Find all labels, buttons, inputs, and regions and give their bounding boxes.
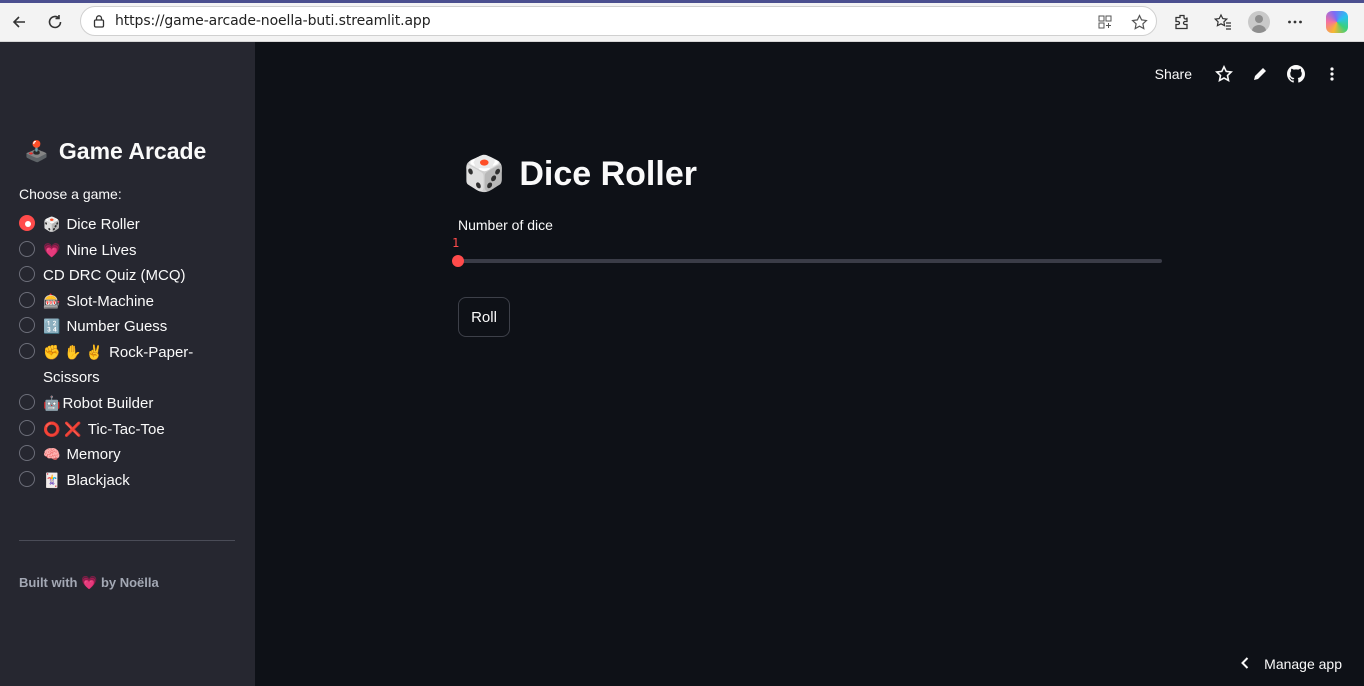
sidebar-title: 🕹️ Game Arcade (24, 138, 206, 165)
radio-button[interactable] (19, 317, 35, 334)
main-content: Share 🎲 Dice Roller Number of dice 1 Rol… (255, 42, 1364, 686)
sidebar: 🕹️ Game Arcade Choose a game: 🎲 Dice Roll… (0, 42, 255, 686)
github-icon[interactable] (1284, 62, 1308, 86)
radio-button[interactable] (19, 470, 35, 487)
heart-icon: 💗 (43, 241, 61, 258)
slider-label: Number of dice (458, 217, 553, 233)
radio-button[interactable] (19, 342, 35, 359)
chevron-left-icon (1240, 656, 1250, 672)
heart-icon: 💗 (81, 575, 98, 590)
radio-number-guess[interactable]: 🔢 Number Guess (19, 314, 239, 340)
profile-icon[interactable] (1246, 9, 1272, 35)
radio-button[interactable] (19, 445, 35, 462)
favorite-star-icon[interactable] (1130, 13, 1148, 31)
radio-memory[interactable]: 🧠 Memory (19, 442, 239, 468)
footer-suffix: by Noëlla (100, 575, 159, 590)
circle-cross-icon: ⭕ ❌ (43, 420, 82, 437)
radio-slot-machine[interactable]: 🎰 Slot-Machine (19, 289, 239, 315)
radio-blackjack[interactable]: 🃏 Blackjack (19, 468, 239, 494)
radio-robot-builder[interactable]: 🤖 Robot Builder (19, 391, 239, 417)
radio-label: Slot-Machine (66, 292, 154, 310)
radio-nine-lives[interactable]: 💗 Nine Lives (19, 238, 239, 264)
browser-accent-strip (0, 0, 1364, 3)
page-title: 🎲 Dice Roller (463, 154, 697, 194)
roll-button[interactable]: Roll (458, 297, 510, 337)
radio-tic-tac-toe[interactable]: ⭕ ❌ Tic-Tac-Toe (19, 417, 239, 443)
playing-card-icon: 🃏 (43, 471, 61, 488)
hand-gestures-icon: ✊ ✋ ✌️ (43, 343, 104, 360)
share-button[interactable]: Share (1155, 66, 1192, 82)
radio-button[interactable] (19, 240, 35, 257)
radio-label: Memory (66, 446, 121, 464)
more-options-icon[interactable] (1282, 9, 1308, 35)
radio-drc-quiz[interactable]: CD DRC Quiz (MCQ) (19, 263, 239, 289)
sidebar-title-text: Game Arcade (58, 138, 207, 164)
radio-label: Number Guess (66, 318, 168, 336)
sidebar-divider (19, 540, 235, 541)
back-icon[interactable] (6, 9, 32, 35)
lock-icon (91, 13, 107, 29)
dice-icon: 🎲 (463, 155, 506, 193)
dice-icon: 🎲 (43, 216, 61, 232)
extensions-icon[interactable] (1169, 9, 1195, 35)
choose-game-label: Choose a game: (19, 186, 122, 202)
number-of-dice-slider[interactable] (458, 259, 1162, 263)
radio-label: Robot Builder (62, 394, 154, 412)
radio-rock-paper-scissors[interactable]: ✊ ✋ ✌️ Rock-Paper-Scissors (19, 340, 239, 391)
numbers-icon: 🔢 (43, 318, 61, 335)
slider-thumb[interactable] (452, 255, 464, 267)
app-header-actions: Share (1155, 62, 1344, 86)
app-available-icon[interactable] (1096, 13, 1114, 31)
kebab-menu-icon[interactable] (1320, 62, 1344, 86)
radio-button[interactable] (19, 266, 35, 283)
edit-pencil-icon[interactable] (1248, 62, 1272, 86)
favorites-icon[interactable] (1210, 9, 1236, 35)
radio-label: Blackjack (66, 471, 130, 489)
radio-button-selected[interactable] (19, 215, 35, 231)
address-bar[interactable]: https://game-arcade-noella-buti.streamli… (80, 6, 1157, 36)
slider-value: 1 (452, 236, 460, 250)
radio-label: Dice Roller (66, 216, 140, 233)
footer-prefix: Built with (19, 575, 78, 590)
joystick-icon: 🕹️ (24, 141, 49, 163)
browser-toolbar: https://game-arcade-noella-buti.streamli… (0, 0, 1364, 42)
url-text: https://game-arcade-noella-buti.streamli… (115, 13, 431, 29)
slot-machine-icon: 🎰 (43, 292, 61, 309)
page-title-text: Dice Roller (519, 154, 697, 193)
manage-app-label: Manage app (1264, 656, 1342, 672)
reload-icon[interactable] (42, 9, 68, 35)
game-radio-group: 🎲 Dice Roller 💗 Nine Lives CD DRC Quiz (MC… (19, 212, 239, 493)
radio-dice-roller[interactable]: 🎲 Dice Roller (19, 212, 239, 238)
radio-label: CD DRC Quiz (MCQ) (43, 267, 186, 285)
robot-icon: 🤖 (43, 394, 61, 411)
radio-button[interactable] (19, 419, 35, 436)
brain-icon: 🧠 (43, 446, 61, 463)
radio-button[interactable] (19, 291, 35, 308)
copilot-icon[interactable] (1324, 9, 1350, 35)
manage-app-button[interactable]: Manage app (1240, 656, 1342, 672)
footer-note: Built with 💗 by Noëlla (19, 575, 159, 591)
star-icon[interactable] (1212, 62, 1236, 86)
radio-label: Nine Lives (66, 241, 137, 259)
radio-button[interactable] (19, 393, 35, 410)
radio-label: Tic-Tac-Toe (87, 420, 165, 438)
